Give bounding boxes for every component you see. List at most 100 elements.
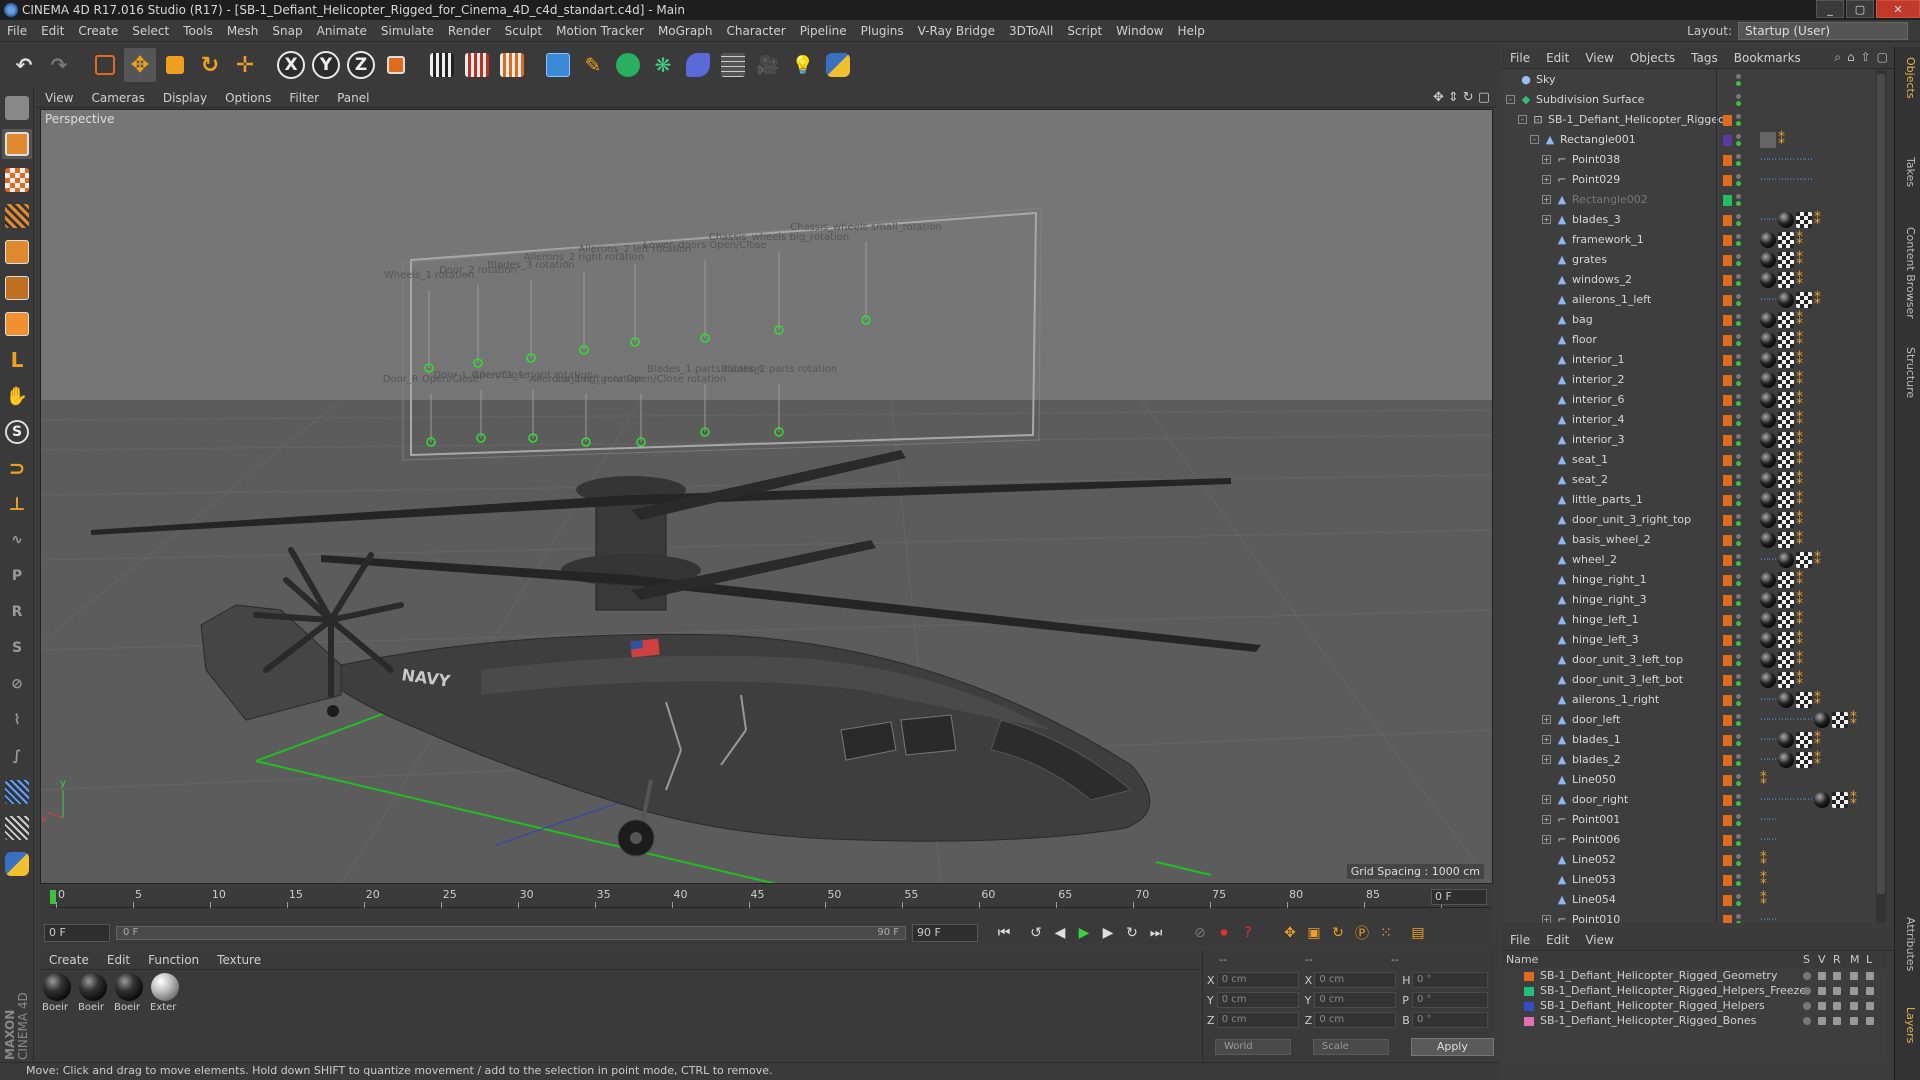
objects-menu-file[interactable]: File <box>1502 51 1538 65</box>
visibility-dots-icon[interactable] <box>1736 333 1741 347</box>
objects-menu-edit[interactable]: Edit <box>1538 51 1577 65</box>
expand-toggle-icon[interactable]: + <box>1542 915 1551 923</box>
xpresso-tag-icon[interactable]: ⁑ <box>1814 212 1824 228</box>
object-row-door-unit-3-right-top[interactable]: ▲ door_unit_3_right_top ⁑ <box>1502 510 1886 530</box>
menu-animate[interactable]: Animate <box>310 24 374 38</box>
visibility-dots-icon[interactable] <box>1736 793 1741 807</box>
material-tag-icon[interactable] <box>1814 712 1830 728</box>
expand-toggle-icon[interactable]: - <box>1530 135 1539 144</box>
constraint-tag-icon[interactable]: ⋯⋯ <box>1760 212 1777 228</box>
visibility-dots-icon[interactable] <box>1736 773 1741 787</box>
lock-workplane-button[interactable] <box>2 777 32 807</box>
visibility-dots-icon[interactable] <box>1736 313 1741 327</box>
constraint-tag-icon[interactable]: ⋯⋯ <box>1760 812 1777 828</box>
render-icon[interactable] <box>1833 972 1841 980</box>
xpresso-tag-icon[interactable]: ⁑ <box>1814 752 1824 768</box>
material-tag-icon[interactable] <box>1778 732 1794 748</box>
xpresso-tag-icon[interactable]: ⁑ <box>1796 272 1806 288</box>
xpresso-tag-icon[interactable]: ⁑ <box>1796 592 1806 608</box>
material-tag-icon[interactable] <box>1760 352 1776 368</box>
polygons-mode-button[interactable] <box>2 309 32 339</box>
menu-select[interactable]: Select <box>125 24 176 38</box>
material-tag-icon[interactable] <box>1778 552 1794 568</box>
render-view-button[interactable] <box>426 48 458 82</box>
mograph-cloner-button[interactable]: ❋ <box>647 48 679 82</box>
visibility-dots-icon[interactable] <box>1736 673 1741 687</box>
xpresso-tag-icon[interactable]: ⁑ <box>1796 412 1806 428</box>
object-row-point038[interactable]: + ⌐ Point038 ⋯⋯ ⋯⋯ ⋯⋯ <box>1502 150 1886 170</box>
material-tag-icon[interactable] <box>1760 332 1776 348</box>
constraint-tag-icon[interactable]: ⋯⋯ <box>1778 712 1795 728</box>
xpresso-tag-icon[interactable]: ⁑ <box>1796 352 1806 368</box>
layer-color-swatch[interactable] <box>1723 695 1732 706</box>
menu-help[interactable]: Help <box>1170 24 1211 38</box>
visibility-dots-icon[interactable] <box>1736 653 1741 667</box>
texture-tag-icon[interactable] <box>1778 232 1794 248</box>
visibility-dots-icon[interactable] <box>1736 593 1741 607</box>
xpresso-tag-icon[interactable]: ⁑ <box>1796 452 1806 468</box>
layer-row[interactable]: SB-1_Defiant_Helicopter_Rigged_Bones <box>1502 1014 1886 1029</box>
close-button[interactable]: ✕ <box>1876 0 1920 18</box>
constraint-tag-icon[interactable]: ⋯⋯ <box>1778 152 1795 168</box>
render-picture-viewer-button[interactable] <box>461 48 493 82</box>
search-icon[interactable]: ⌕ <box>1834 50 1841 65</box>
frame-field[interactable]: 0 F <box>1431 889 1487 905</box>
xpresso-tag-icon[interactable]: ⁑ <box>1760 872 1770 888</box>
object-row-ailerons-1-right[interactable]: ▲ ailerons_1_right ⋯⋯ ⁑ <box>1502 690 1886 710</box>
layer-color-swatch[interactable] <box>1723 475 1732 486</box>
constraint-tag-icon[interactable]: ⋯⋯ <box>1796 792 1813 808</box>
layer-color-swatch[interactable] <box>1723 615 1732 626</box>
visibility-dots-icon[interactable] <box>1736 273 1741 287</box>
texture-tag-icon[interactable] <box>1796 552 1812 568</box>
layer-color-swatch[interactable] <box>1723 755 1732 766</box>
expand-toggle-icon[interactable]: + <box>1542 155 1551 164</box>
visibility-dots-icon[interactable] <box>1736 533 1741 547</box>
xpresso-tag-icon[interactable]: ⁑ <box>1796 332 1806 348</box>
object-row-basis-wheel-2[interactable]: ▲ basis_wheel_2 ⁑ <box>1502 530 1886 550</box>
visibility-dots-icon[interactable] <box>1736 713 1741 727</box>
visible-eye-icon[interactable] <box>1818 1017 1826 1025</box>
visibility-dots-icon[interactable] <box>1736 93 1741 107</box>
rigid-tool-button[interactable]: R <box>2 597 32 627</box>
object-row-hinge-right-1[interactable]: ▲ hinge_right_1 ⁑ <box>1502 570 1886 590</box>
constraint-tag-icon[interactable]: ⋯⋯ <box>1760 692 1777 708</box>
constraint-tag-icon[interactable]: ⋯⋯ <box>1760 732 1777 748</box>
toggle-view-icon[interactable]: ▢ <box>1478 90 1490 105</box>
visibility-dots-icon[interactable] <box>1736 833 1741 847</box>
rotation-field[interactable]: 0 ° <box>1411 972 1489 988</box>
timeline-layout-button[interactable]: ▤ <box>1406 922 1430 944</box>
menu-edit[interactable]: Edit <box>34 24 71 38</box>
constraint-tag-icon[interactable]: ⋯⋯ <box>1796 152 1813 168</box>
texture-tag-icon[interactable] <box>1778 652 1794 668</box>
key-parameter-button[interactable]: Ⓟ <box>1350 922 1374 944</box>
layer-color-swatch[interactable] <box>1723 875 1732 886</box>
objects-menu-bookmarks[interactable]: Bookmarks <box>1726 51 1809 65</box>
viewport-menu-filter[interactable]: Filter <box>280 91 328 105</box>
object-manager-scrollbar[interactable] <box>1876 70 1886 923</box>
texture-tag-icon[interactable] <box>1796 752 1812 768</box>
material-tag-icon[interactable] <box>1760 232 1776 248</box>
material-tag-icon[interactable] <box>1760 652 1776 668</box>
texture-tag-icon[interactable] <box>1796 212 1812 228</box>
transform-tool-button[interactable]: ✛ <box>229 48 261 82</box>
xpresso-tag-icon[interactable]: ⁑ <box>1778 132 1788 148</box>
constraint-tag-icon[interactable]: ⋯⋯ <box>1760 712 1777 728</box>
constraint-tag-icon[interactable]: ⋯⋯ <box>1760 752 1777 768</box>
layer-color-swatch[interactable] <box>1723 395 1732 406</box>
solo-icon[interactable] <box>1803 1002 1811 1010</box>
side-tab-objects[interactable]: Objects <box>1899 57 1917 99</box>
manager-icon[interactable] <box>1850 1017 1858 1025</box>
rotation-field[interactable]: 0 ° <box>1411 992 1489 1008</box>
menu-mesh[interactable]: Mesh <box>220 24 266 38</box>
layer-color-swatch[interactable] <box>1723 895 1732 906</box>
lock-icon[interactable] <box>1866 1002 1874 1010</box>
bend-tool-button[interactable]: ∿ <box>2 525 32 555</box>
menu-mograph[interactable]: MoGraph <box>651 24 720 38</box>
material-tag-icon[interactable] <box>1778 212 1794 228</box>
constraint-tag-icon[interactable]: ⋯⋯ <box>1760 912 1777 923</box>
current-frame-field[interactable]: 0 F <box>44 924 110 942</box>
solo-icon[interactable] <box>1803 987 1811 995</box>
object-row-line053[interactable]: ▲ Line053 ⁑ <box>1502 870 1886 890</box>
texture-tag-icon[interactable] <box>1832 712 1848 728</box>
dolly-icon[interactable]: ⇕ <box>1448 90 1459 105</box>
